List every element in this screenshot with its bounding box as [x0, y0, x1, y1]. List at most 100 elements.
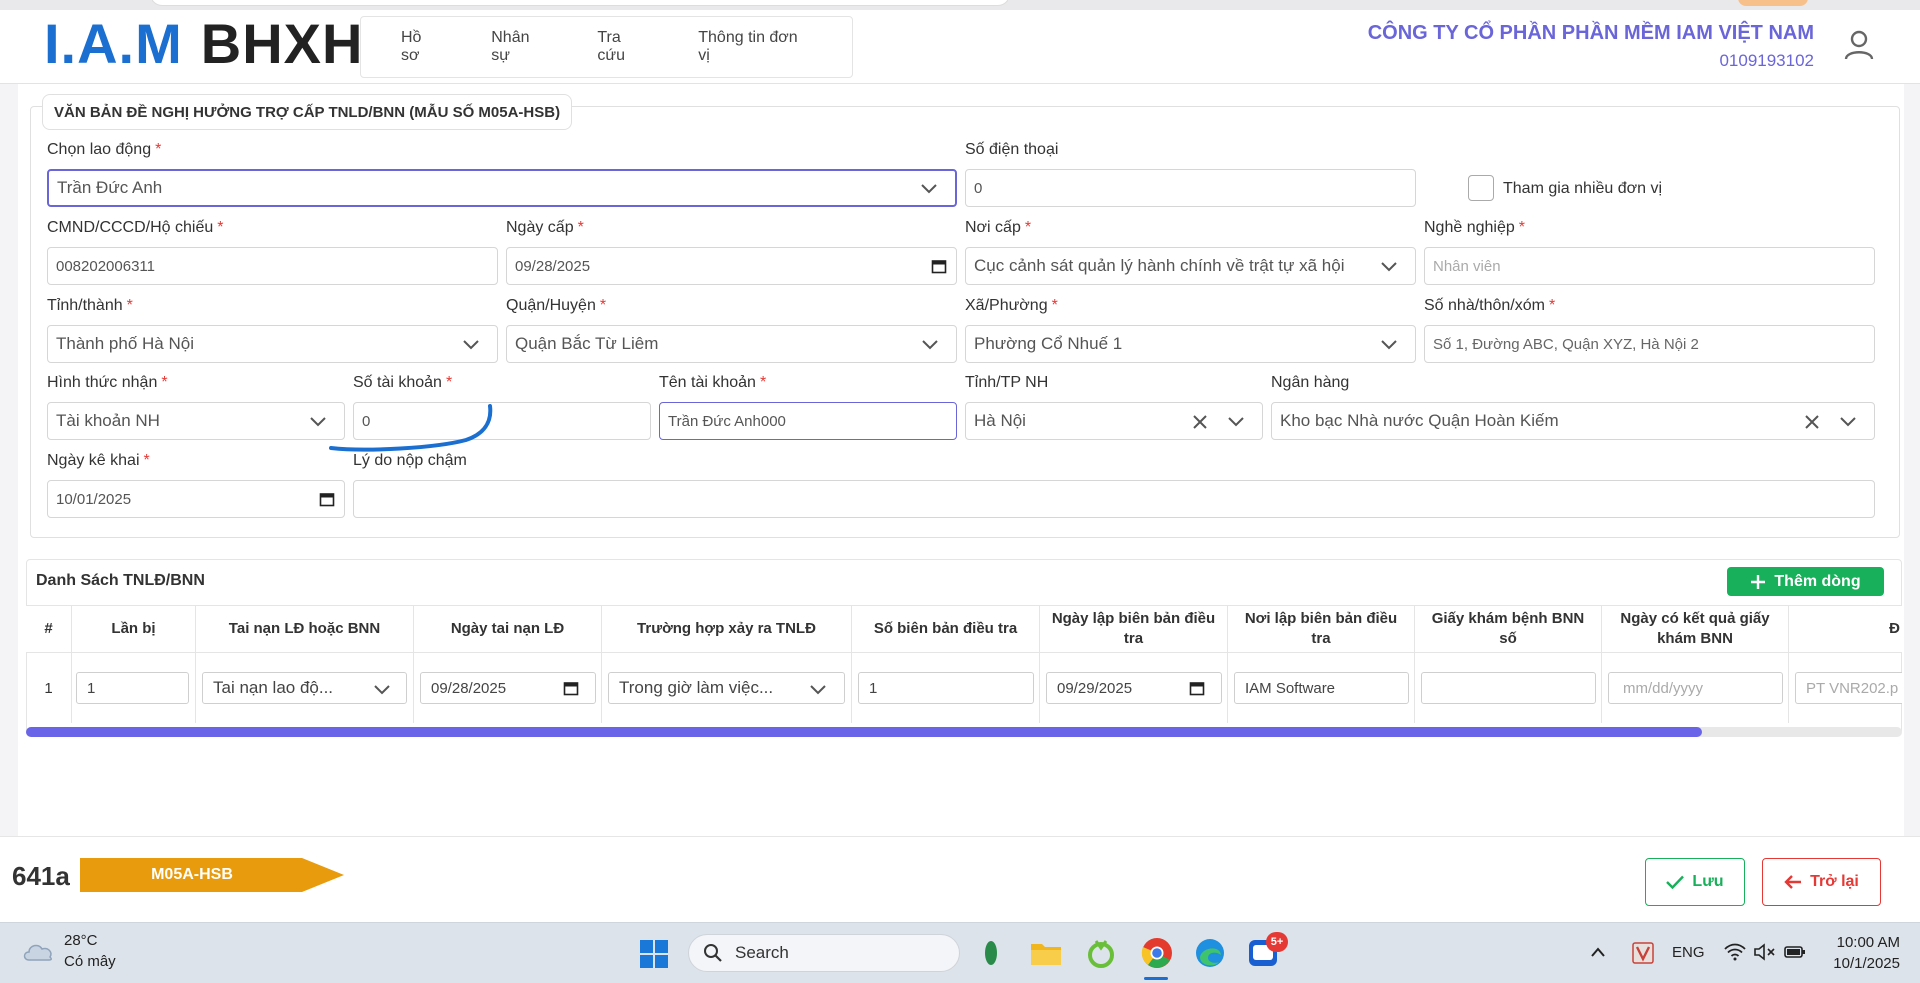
chrome-icon[interactable] — [1140, 936, 1174, 970]
logo-iam: I.A.M — [44, 12, 183, 75]
save-button[interactable]: Lưu — [1645, 858, 1745, 906]
plus-icon — [1751, 574, 1766, 589]
account-name-input[interactable]: Trần Đức Anh000 — [659, 402, 957, 440]
app-leaf-icon[interactable] — [980, 938, 1002, 968]
id-number-input[interactable]: 008202006311 — [47, 247, 498, 285]
chevron-up-icon[interactable] — [1590, 946, 1606, 958]
address-input[interactable]: Số 1, Đường ABC, Quận XYZ, Hà Nội 2 — [1424, 325, 1875, 363]
province-label: Tỉnh/thành * — [47, 297, 133, 314]
multi-unit-label: Tham gia nhiều đơn vị — [1503, 180, 1663, 197]
multi-unit-checkbox[interactable] — [1468, 175, 1494, 201]
receive-method-select[interactable]: Tài khoản NH — [47, 402, 345, 440]
issue-date-input[interactable]: 09/28/2025 — [506, 247, 957, 285]
province-select[interactable]: Thành phố Hà Nội — [47, 325, 498, 363]
next-column-input[interactable]: PT VNR202.p — [1795, 672, 1902, 704]
browser-address-bar[interactable] — [150, 0, 1010, 6]
report-place-input[interactable]: IAM Software — [1234, 672, 1409, 704]
account-number-label: Số tài khoản * — [353, 374, 453, 391]
phone-input[interactable]: 0 — [965, 169, 1416, 207]
nav-ho-so[interactable]: Hồ sơ — [401, 29, 439, 65]
issue-date-label: Ngày cấp * — [506, 219, 584, 236]
chevron-down-icon — [1840, 414, 1856, 428]
col-index: # — [26, 605, 72, 653]
table-row-index: 1 — [26, 653, 72, 723]
calendar-icon[interactable] — [563, 680, 579, 696]
zalo-badge: 5+ — [1266, 932, 1288, 952]
battery-icon[interactable] — [1784, 944, 1806, 960]
add-row-button[interactable]: Thêm dòng — [1727, 567, 1884, 596]
calendar-icon[interactable] — [931, 258, 947, 274]
employee-select[interactable]: Trần Đức Anh — [47, 169, 957, 207]
user-icon[interactable] — [1842, 28, 1876, 62]
bank-label: Ngân hàng — [1271, 374, 1350, 391]
ward-label: Xã/Phường * — [965, 297, 1058, 314]
chevron-down-icon — [1228, 414, 1244, 428]
bank-province-select[interactable]: Hà Nội — [965, 402, 1263, 440]
back-button[interactable]: Trở lại — [1762, 858, 1881, 906]
declare-date-input[interactable]: 10/01/2025 — [47, 480, 345, 518]
col-report-number: Số biên bản điều tra — [852, 605, 1040, 653]
clear-icon[interactable] — [1805, 415, 1819, 429]
language-indicator[interactable]: ENG — [1672, 944, 1705, 961]
issue-place-select[interactable]: Cục cảnh sát quản lý hành chính về trật … — [965, 247, 1416, 285]
clock-time: 10:00 AM — [1836, 934, 1900, 951]
district-select[interactable]: Quận Bắc Từ Liêm — [506, 325, 957, 363]
calendar-icon[interactable] — [319, 491, 335, 507]
employee-label: Chọn lao động * — [47, 141, 162, 158]
account-name-label: Tên tài khoản * — [659, 374, 767, 391]
taskbar-search[interactable]: Search — [688, 934, 960, 972]
system-clock[interactable]: 10:00 AM 10/1/2025 — [1820, 932, 1900, 974]
chevron-down-icon — [463, 337, 479, 351]
table-scrollbar-thumb[interactable] — [26, 727, 1702, 737]
bank-select[interactable]: Kho bạc Nhà nước Quận Hoàn Kiếm — [1271, 402, 1875, 440]
bnn-number-input[interactable] — [1421, 672, 1596, 704]
issue-place-label: Nơi cấp * — [965, 219, 1032, 236]
file-explorer-icon[interactable] — [1030, 940, 1062, 966]
address-label: Số nhà/thôn/xóm * — [1424, 297, 1556, 314]
occupation-input[interactable]: Nhân viên — [1424, 247, 1875, 285]
app-logo[interactable]: I.A.M BHXH — [44, 16, 363, 72]
nav-nhan-su[interactable]: Nhân sự — [491, 29, 545, 65]
browser-action-button[interactable] — [1738, 0, 1808, 6]
windows-start-icon[interactable] — [640, 940, 668, 968]
chevron-down-icon — [921, 181, 937, 195]
browser-top-strip — [0, 0, 1920, 10]
edge-icon[interactable] — [1194, 937, 1226, 969]
chevron-down-icon — [1381, 337, 1397, 351]
app-tray-icon[interactable] — [1632, 942, 1654, 964]
volume-muted-icon[interactable] — [1754, 943, 1776, 961]
calendar-icon[interactable] — [1189, 680, 1205, 696]
check-icon — [1666, 875, 1685, 889]
clear-icon[interactable] — [1193, 415, 1207, 429]
search-icon — [704, 944, 722, 962]
app-green-icon[interactable] — [1086, 938, 1116, 968]
chevron-down-icon — [374, 682, 390, 696]
col-next: Đ — [1889, 620, 1900, 637]
company-info: CÔNG TY CỔ PHẦN PHẦN MỀM IAM VIỆT NAM 01… — [1368, 22, 1814, 71]
occupation-label: Nghề nghiệp * — [1424, 219, 1525, 236]
main-nav: Hồ sơ Nhân sự Tra cứu Thông tin đơn vị — [360, 16, 853, 78]
wifi-icon[interactable] — [1724, 943, 1746, 961]
nav-tra-cuu[interactable]: Tra cứu — [597, 29, 646, 65]
late-reason-input[interactable] — [353, 480, 1875, 518]
weather-description[interactable]: Có mây — [64, 953, 116, 970]
ward-select[interactable]: Phường Cổ Nhuế 1 — [965, 325, 1416, 363]
chevron-down-icon — [922, 337, 938, 351]
late-reason-label: Lý do nộp chậm — [353, 452, 467, 469]
chevron-down-icon — [310, 414, 326, 428]
nav-thong-tin-don-vi[interactable]: Thông tin đơn vị — [698, 29, 800, 65]
col-times: Lần bị — [72, 605, 196, 653]
col-result-date: Ngày có kết quả giấy khám BNN — [1602, 605, 1789, 653]
cloud-icon[interactable] — [20, 938, 56, 964]
report-number-input[interactable]: 1 — [858, 672, 1034, 704]
result-date-input[interactable]: mm/dd/yyyy — [1608, 672, 1783, 704]
district-label: Quận/Huyện * — [506, 297, 607, 314]
chrome-active-indicator — [1144, 977, 1168, 980]
chevron-down-icon — [810, 682, 826, 696]
id-number-label: CMND/CCCD/Hộ chiếu * — [47, 219, 224, 236]
times-input[interactable]: 1 — [76, 672, 189, 704]
weather-temperature[interactable]: 28°C — [64, 932, 98, 949]
col-report-place: Nơi lập biên bản điều tra — [1228, 605, 1415, 653]
col-report-date: Ngày lập biên bản điều tra — [1040, 605, 1228, 653]
arrow-left-icon — [1784, 875, 1802, 889]
